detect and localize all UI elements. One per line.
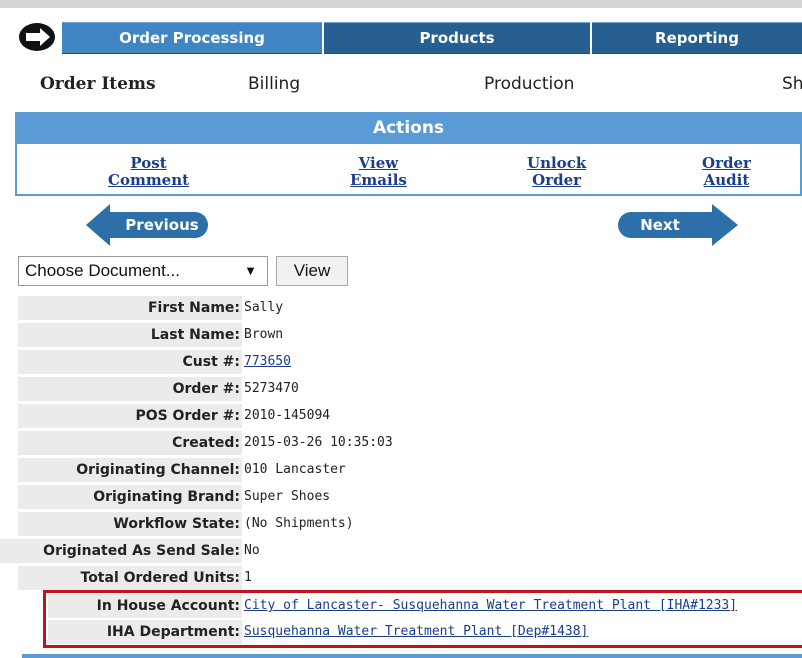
created-label: Created: — [18, 431, 242, 455]
top-strip — [0, 0, 802, 8]
detail-row: Created: 2015-03-26 10:35:03 — [0, 431, 802, 455]
unlock-order-line1: Unlock — [527, 154, 587, 172]
detail-row: Originating Channel: 010 Lancaster — [0, 458, 802, 482]
view-emails-link[interactable]: View Emails — [350, 155, 407, 189]
order-number-value: 5273470 — [244, 381, 299, 396]
detail-row: Total Ordered Units: 1 — [0, 566, 802, 590]
order-audit-line1: Order — [702, 154, 751, 172]
next-arrow-icon[interactable] — [712, 204, 738, 246]
dropdown-caret-icon: ▼ — [244, 263, 257, 278]
bottom-divider — [22, 654, 802, 658]
tab-order-processing[interactable]: Order Processing — [62, 22, 322, 54]
post-comment-line2: Comment — [108, 171, 190, 189]
originating-brand-value: Super Shoes — [244, 489, 331, 504]
workflow-state-label: Workflow State: — [18, 512, 242, 536]
detail-row: Order #: 5273470 — [0, 377, 802, 401]
detail-row: First Name: Sally — [0, 296, 802, 320]
detail-row: Last Name: Brown — [0, 323, 802, 347]
view-emails-line1: View — [358, 154, 399, 172]
originating-brand-label: Originating Brand: — [18, 485, 242, 509]
view-emails-line2: Emails — [350, 171, 407, 189]
next-button[interactable]: Next — [618, 212, 712, 238]
logo-arrow-icon[interactable] — [18, 22, 56, 52]
send-sale-label: Originated As Send Sale: — [0, 539, 242, 563]
last-name-value: Brown — [244, 327, 284, 342]
detail-row: Cust #: 773650 — [0, 350, 802, 374]
subtab-production[interactable]: Production — [484, 74, 574, 94]
document-select-value: Choose Document... — [25, 261, 180, 280]
order-audit-line2: Audit — [703, 171, 750, 189]
unlock-order-link[interactable]: Unlock Order — [527, 155, 586, 189]
pos-order-number-label: POS Order #: — [18, 404, 242, 428]
cust-number-label: Cust #: — [18, 350, 242, 374]
subtab-order-items[interactable]: Order Items — [40, 74, 156, 94]
last-name-label: Last Name: — [18, 323, 242, 347]
post-comment-line1: Post — [130, 154, 167, 172]
first-name-value: Sally — [244, 300, 284, 315]
previous-arrow-icon[interactable] — [86, 204, 110, 246]
order-audit-link[interactable]: Order Audit — [702, 155, 751, 189]
previous-button[interactable]: Previous — [108, 212, 208, 238]
detail-row: Originated As Send Sale: No — [0, 539, 802, 563]
detail-row: Originating Brand: Super Shoes — [0, 485, 802, 509]
order-number-label: Order #: — [18, 377, 242, 401]
order-subtabs: Order Items Billing Production Sh — [0, 62, 802, 112]
pos-order-number-value: 2010-145094 — [244, 408, 331, 423]
view-document-button[interactable]: View — [276, 256, 348, 286]
originating-channel-label: Originating Channel: — [18, 458, 242, 482]
detail-row: POS Order #: 2010-145094 — [0, 404, 802, 428]
tab-reporting[interactable]: Reporting — [592, 22, 802, 54]
subtab-billing[interactable]: Billing — [248, 74, 300, 94]
send-sale-value: No — [244, 543, 260, 558]
workflow-state-value: (No Shipments) — [244, 516, 354, 531]
actions-header: Actions — [15, 112, 802, 144]
first-name-label: First Name: — [18, 296, 242, 320]
cust-number-value: 773650 — [244, 350, 291, 374]
top-navigation: Order Processing Products Reporting — [0, 0, 802, 60]
post-comment-link[interactable]: Post Comment — [108, 155, 189, 189]
total-ordered-units-label: Total Ordered Units: — [18, 566, 242, 590]
created-value: 2015-03-26 10:35:03 — [244, 435, 393, 450]
cust-number-link[interactable]: 773650 — [244, 354, 291, 369]
subtab-shipping[interactable]: Sh — [782, 74, 802, 94]
originating-channel-value: 010 Lancaster — [244, 462, 346, 477]
tab-products[interactable]: Products — [324, 22, 590, 54]
document-select[interactable]: Choose Document... ▼ — [18, 256, 268, 286]
total-ordered-units-value: 1 — [244, 570, 252, 585]
unlock-order-line2: Order — [532, 171, 582, 189]
detail-row: Workflow State: (No Shipments) — [0, 512, 802, 536]
highlight-box — [43, 590, 802, 648]
